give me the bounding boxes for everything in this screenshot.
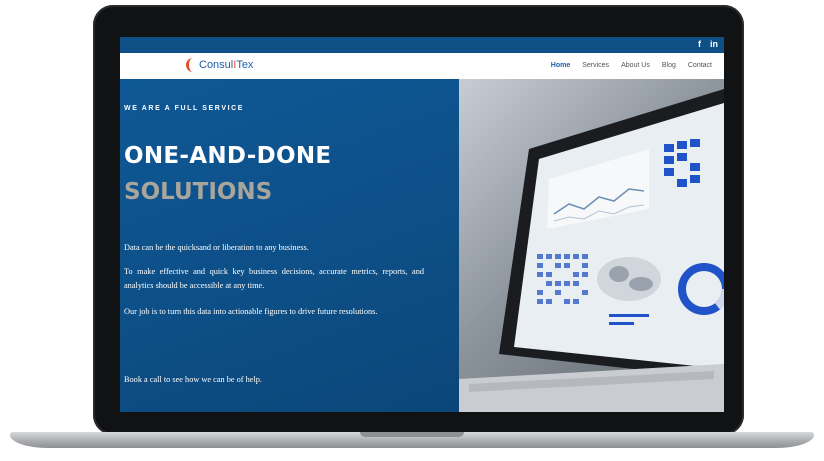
hero-paragraph-1: Data can be the quicksand or liberation … — [124, 243, 309, 252]
top-bar: f in — [120, 37, 724, 53]
navbar: Consul I Tex Home Services About Us Blog C… — [120, 53, 724, 79]
hero-title-line1: ONE-AND-DONE — [124, 143, 332, 169]
laptop-notch — [360, 432, 464, 437]
logo-text-tail: Tex — [236, 59, 254, 71]
logo-mark-icon — [186, 58, 198, 72]
hero-paragraph-3: Our job is to turn this data into action… — [124, 307, 378, 316]
facebook-icon[interactable]: f — [698, 39, 701, 49]
logo-text-main: Consul — [199, 59, 234, 71]
nav-blog[interactable]: Blog — [662, 62, 676, 69]
hero-title-line2: SOLUTIONS — [124, 179, 273, 205]
nav-contact[interactable]: Contact — [688, 62, 712, 69]
nav-services[interactable]: Services — [582, 62, 609, 69]
dashboard-photo-illustration — [459, 89, 724, 412]
nav-home[interactable]: Home — [551, 62, 570, 69]
nav-about-us[interactable]: About Us — [621, 62, 650, 69]
website-screen: f in Consul I Tex Home Services About Us B… — [120, 37, 724, 412]
hero-paragraph-2: To make effective and quick key business… — [124, 267, 424, 290]
site-logo[interactable]: Consul I Tex — [186, 58, 253, 72]
hero-cta-text[interactable]: Book a call to see how we can be of help… — [124, 373, 424, 387]
hero-text-panel: WE ARE A FULL SERVICE ONE-AND-DONE SOLUT… — [120, 79, 459, 412]
social-links: f in — [698, 39, 718, 49]
hero-image-laptop-dashboard — [459, 79, 724, 412]
main-nav: Home Services About Us Blog Contact — [551, 62, 712, 69]
hero-eyebrow: WE ARE A FULL SERVICE — [124, 105, 245, 112]
linkedin-icon[interactable]: in — [710, 39, 718, 49]
